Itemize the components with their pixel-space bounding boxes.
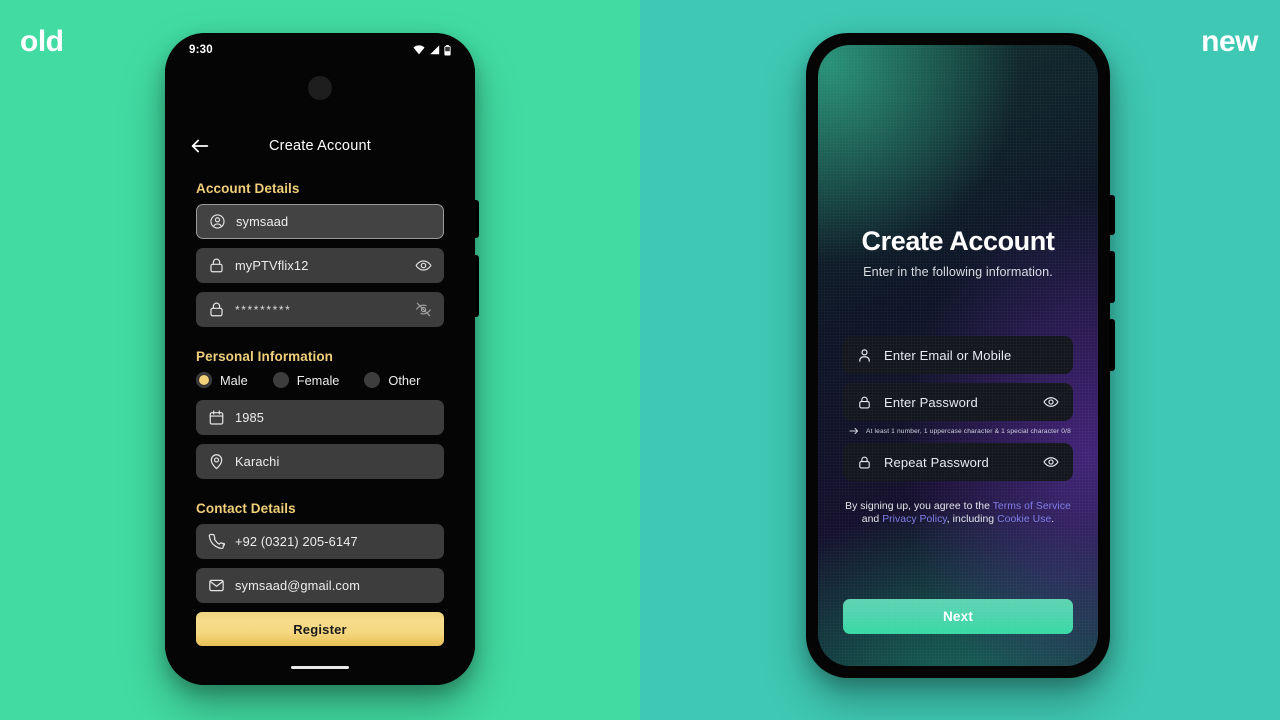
field-confirm-password-value: ********* [235, 302, 292, 317]
radio-male-label: Male [220, 372, 248, 388]
phone-side-button-volume-down[interactable] [1109, 319, 1115, 371]
eye-icon[interactable] [1043, 454, 1059, 470]
register-button[interactable]: Register [196, 612, 444, 646]
comparison-stage: old new 9:30 Create Account Account Deta… [0, 0, 1280, 720]
field-city[interactable]: Karachi [196, 444, 444, 479]
field-email[interactable]: symsaad@gmail.com [196, 568, 444, 603]
phone-icon [208, 533, 225, 550]
field-email-or-mobile[interactable]: Enter Email or Mobile [843, 336, 1073, 374]
battery-icon [444, 44, 451, 55]
form-content-new: Enter Email or Mobile Enter Password At … [843, 336, 1073, 490]
radio-female[interactable]: Female [272, 372, 340, 388]
lock-icon [210, 258, 223, 273]
field-password-value: myPTVflix12 [235, 258, 309, 273]
radio-male-indicator [196, 372, 212, 388]
home-indicator [291, 666, 349, 669]
legal-text-part1: By signing up, you agree to the [845, 501, 993, 512]
legal-text-part3: , including [946, 513, 998, 525]
page-title-old: Create Account [269, 138, 371, 154]
radio-male[interactable]: Male [196, 372, 248, 388]
cookie-use-link[interactable]: Cookie Use [997, 514, 1051, 525]
field-enter-password[interactable]: Enter Password [843, 383, 1073, 421]
wifi-icon [413, 45, 425, 55]
person-icon [859, 348, 870, 362]
mail-icon [209, 579, 224, 592]
form-content-old: Account Details symsaad myPTVflix12 ****… [165, 181, 475, 646]
next-button[interactable]: Next [843, 599, 1073, 634]
lock-icon [859, 396, 870, 408]
field-birth-year[interactable]: 1985 [196, 400, 444, 435]
status-bar-old: 9:30 [165, 33, 475, 67]
lock-icon [859, 456, 870, 468]
calendar-icon [209, 410, 224, 425]
phone-mockup-new: Create Account Enter in the following in… [806, 33, 1115, 678]
arrow-right-icon [849, 427, 859, 435]
section-heading-contact-details: Contact Details [196, 501, 296, 516]
field-email-or-mobile-placeholder: Enter Email or Mobile [884, 347, 1012, 363]
radio-female-indicator [272, 372, 289, 388]
field-phone[interactable]: +92 (0321) 205-6147 [196, 524, 444, 559]
field-email-value: symsaad@gmail.com [235, 578, 361, 593]
section-heading-account-details: Account Details [196, 181, 300, 196]
label-new: new [1201, 25, 1258, 58]
signal-icon [430, 45, 440, 55]
field-phone-value: +92 (0321) 205-6147 [235, 534, 358, 549]
phone-side-button-volume-up[interactable] [1109, 251, 1115, 303]
field-enter-password-placeholder: Enter Password [884, 394, 978, 410]
gender-radio-group: Male Female Other [196, 372, 444, 388]
legal-text-part4: . [1051, 513, 1055, 525]
field-password[interactable]: myPTVflix12 [196, 248, 444, 283]
page-subtitle-new: Enter in the following information. [863, 264, 1053, 279]
field-city-value: Karachi [235, 454, 280, 469]
status-bar-time: 9:30 [189, 44, 213, 56]
radio-female-label: Female [296, 372, 340, 388]
field-username-value: symsaad [236, 214, 289, 229]
field-repeat-password-placeholder: Repeat Password [884, 454, 989, 470]
page-title-new: Create Account [861, 226, 1055, 256]
account-circle-icon [210, 214, 225, 229]
password-requirements-hint: At least 1 number, 1 uppercase character… [847, 427, 1073, 435]
eye-icon[interactable] [415, 257, 432, 274]
phone-side-button-power[interactable] [1109, 195, 1115, 235]
radio-other-indicator [364, 372, 381, 388]
arrow-left-icon[interactable] [189, 135, 211, 157]
legal-disclaimer: By signing up, you agree to the Terms of… [841, 501, 1075, 526]
status-bar-icons [413, 44, 451, 56]
field-confirm-password[interactable]: ********* [196, 292, 444, 327]
screen-new: Create Account Enter in the following in… [818, 45, 1098, 666]
label-old: old [20, 25, 64, 58]
field-birth-year-value: 1985 [235, 410, 265, 425]
app-bar-old: Create Account [165, 125, 475, 167]
camera-punch-hole [308, 76, 332, 100]
hero-section-new: Create Account Enter in the following in… [818, 226, 1098, 279]
phone-mockup-old: 9:30 Create Account Account Details syms… [165, 33, 479, 685]
terms-of-service-link[interactable]: Terms of Service [993, 501, 1071, 512]
field-username[interactable]: symsaad [196, 204, 444, 239]
eye-off-icon[interactable] [415, 301, 432, 318]
password-requirements-text: At least 1 number, 1 uppercase character… [866, 427, 1071, 435]
location-pin-icon [210, 454, 223, 470]
field-repeat-password[interactable]: Repeat Password [843, 443, 1073, 481]
lock-icon [210, 302, 223, 317]
legal-text-part2: and [861, 513, 883, 525]
eye-icon[interactable] [1043, 394, 1059, 410]
screen-old: 9:30 Create Account Account Details syms… [165, 33, 475, 685]
section-heading-personal-information: Personal Information [196, 349, 334, 364]
radio-other-label: Other [388, 372, 421, 388]
privacy-policy-link[interactable]: Privacy Policy [882, 514, 947, 525]
radio-other[interactable]: Other [364, 372, 420, 388]
